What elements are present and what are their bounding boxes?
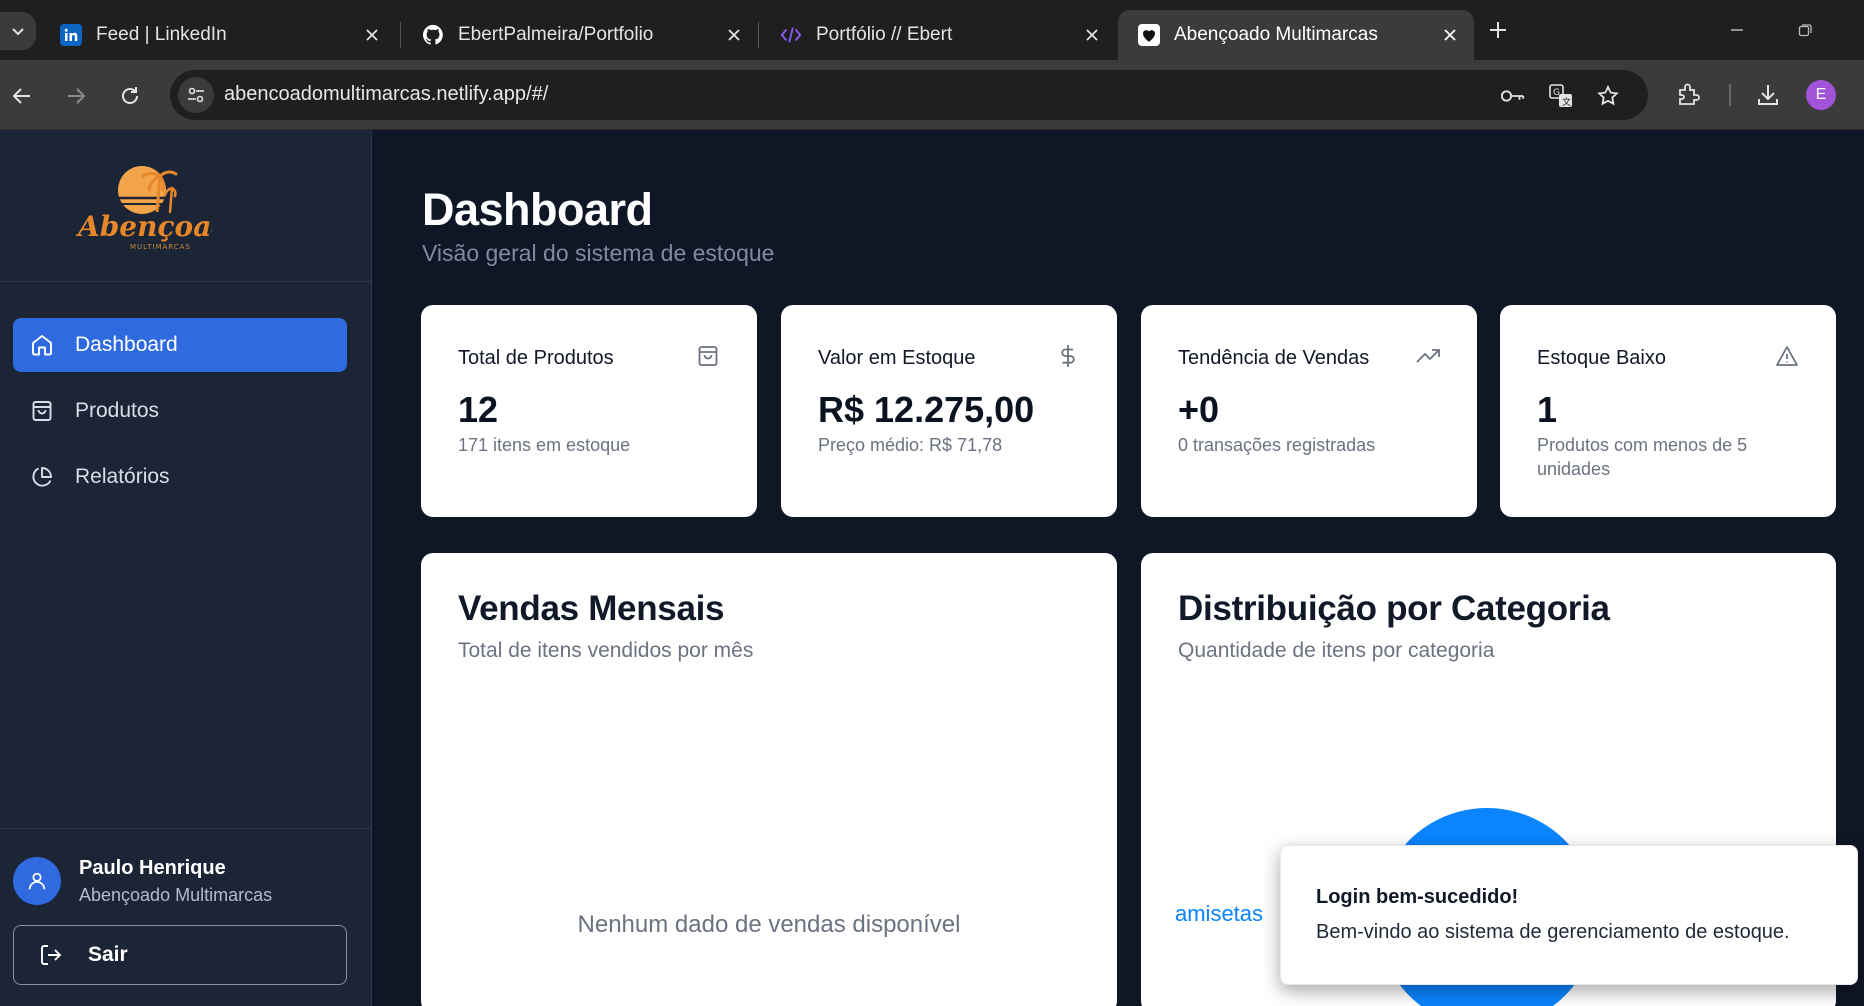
close-icon[interactable] xyxy=(724,25,744,45)
tab-portfolio[interactable]: Portfólio // Ebert xyxy=(760,10,1116,60)
tab-separator xyxy=(758,22,759,48)
stat-label: Estoque Baixo xyxy=(1537,347,1666,369)
stat-value: 1 xyxy=(1537,389,1558,430)
sidebar: Abençoado MULTIMARCAS Dashboard Produtos… xyxy=(0,130,372,1006)
back-button[interactable] xyxy=(4,78,40,114)
abencoado-logo[interactable]: Abençoado MULTIMARCAS xyxy=(76,158,212,254)
forward-button[interactable] xyxy=(58,78,94,114)
home-icon xyxy=(29,332,55,358)
tab-search-button[interactable] xyxy=(0,12,36,50)
password-key-icon[interactable] xyxy=(1500,83,1526,109)
page-title: Dashboard xyxy=(422,184,653,235)
address-bar[interactable]: abencoadomultimarcas.netlify.app/#/ G文 xyxy=(170,70,1648,120)
nav-item-produtos[interactable]: Produtos xyxy=(13,384,347,438)
stat-card-tendencia-vendas: Tendência de Vendas +0 0 transações regi… xyxy=(1141,305,1477,517)
user-panel: Paulo Henrique Abençoado Multimarcas Sai… xyxy=(0,828,371,1006)
arrow-left-icon xyxy=(10,84,34,108)
toast-notification[interactable]: Login bem-sucedido! Bem-vindo ao sistema… xyxy=(1280,845,1858,985)
tab-separator xyxy=(400,22,401,48)
tab-title: Abençoado Multimarcas xyxy=(1174,24,1378,45)
logout-button[interactable]: Sair xyxy=(13,925,347,985)
user-icon xyxy=(26,870,48,892)
toast-title: Login bem-sucedido! xyxy=(1316,886,1519,908)
stat-note: 0 transações registradas xyxy=(1178,435,1376,455)
nav-item-label: Dashboard xyxy=(75,333,178,356)
stat-label: Total de Produtos xyxy=(458,347,614,369)
arrow-right-icon xyxy=(64,84,88,108)
stat-value: +0 xyxy=(1178,389,1220,430)
minimize-icon xyxy=(1729,22,1745,38)
code-icon xyxy=(780,24,802,46)
github-icon xyxy=(422,24,444,46)
chart-subtitle: Total de itens vendidos por mês xyxy=(458,639,754,662)
heart-icon xyxy=(1138,24,1160,46)
nav-item-dashboard[interactable]: Dashboard xyxy=(13,318,347,372)
page-subtitle: Visão geral do sistema de estoque xyxy=(422,240,775,266)
sales-chart-card: Vendas Mensais Total de itens vendidos p… xyxy=(421,553,1117,1006)
browser-toolbar: abencoadomultimarcas.netlify.app/#/ G文 E xyxy=(0,60,1864,130)
restore-button[interactable] xyxy=(1790,16,1820,44)
restore-icon xyxy=(1797,22,1813,38)
pie-label-camisetas: amisetas xyxy=(1175,901,1264,926)
reload-button[interactable] xyxy=(112,78,148,114)
svg-text:G: G xyxy=(1553,88,1560,98)
stat-label: Tendência de Vendas xyxy=(1178,347,1370,369)
reload-icon xyxy=(118,84,142,108)
tune-icon xyxy=(186,85,206,105)
stat-note: 171 itens em estoque xyxy=(458,435,631,455)
shopping-bag-icon xyxy=(695,343,721,369)
site-info-button[interactable] xyxy=(178,77,214,113)
empty-state-message: Nenhum dado de vendas disponível xyxy=(577,911,961,938)
plus-icon xyxy=(1484,16,1512,44)
pie-chart-icon xyxy=(29,464,55,490)
stat-note: Produtos com menos de 5 unidades xyxy=(1537,435,1748,479)
stat-card-valor-estoque: Valor em Estoque R$ 12.275,00 Preço médi… xyxy=(781,305,1117,517)
trending-up-icon xyxy=(1415,343,1441,369)
tab-title: Feed | LinkedIn xyxy=(96,24,227,45)
url-text: abencoadomultimarcas.netlify.app/#/ xyxy=(224,83,549,105)
toolbar-divider xyxy=(1729,84,1731,106)
logo-text: Abençoado xyxy=(76,210,212,243)
close-icon[interactable] xyxy=(362,25,382,45)
svg-text:文: 文 xyxy=(1562,96,1571,108)
chevron-down-icon xyxy=(10,23,26,39)
stat-label: Valor em Estoque xyxy=(818,347,976,369)
user-company: Abençoado Multimarcas xyxy=(79,885,273,905)
browser-tab-bar: Feed | LinkedIn EbertPalmeira/Portfolio … xyxy=(0,0,1864,60)
tab-title: EbertPalmeira/Portfolio xyxy=(458,24,654,45)
stat-card-estoque-baixo: Estoque Baixo 1 Produtos com menos de 5 … xyxy=(1500,305,1836,517)
download-icon[interactable] xyxy=(1751,78,1785,112)
new-tab-button[interactable] xyxy=(1484,16,1512,44)
close-icon[interactable] xyxy=(1440,25,1460,45)
user-name: Paulo Henrique xyxy=(79,857,226,879)
linkedin-icon xyxy=(60,24,82,46)
stat-value: R$ 12.275,00 xyxy=(818,389,1035,430)
nav-item-relatorios[interactable]: Relatórios xyxy=(13,450,347,504)
logo-subtext: MULTIMARCAS xyxy=(130,243,191,251)
dollar-icon xyxy=(1055,343,1081,369)
stat-note: Preço médio: R$ 71,78 xyxy=(818,435,1003,455)
tab-title: Portfólio // Ebert xyxy=(816,24,953,45)
bookmark-star-icon[interactable] xyxy=(1595,83,1621,109)
extensions-icon[interactable] xyxy=(1671,78,1705,112)
alert-triangle-icon xyxy=(1774,343,1800,369)
stat-card-total-produtos: Total de Produtos 12 171 itens em estoqu… xyxy=(421,305,757,517)
avatar[interactable] xyxy=(13,857,61,905)
chart-title: Vendas Mensais xyxy=(458,589,725,628)
shopping-bag-icon xyxy=(29,398,55,424)
nav-item-label: Produtos xyxy=(75,399,160,422)
toast-message: Bem-vindo ao sistema de gerenciamento de… xyxy=(1316,921,1790,943)
logo-area: Abençoado MULTIMARCAS xyxy=(0,130,371,282)
stat-value: 12 xyxy=(458,389,499,430)
profile-avatar-button[interactable]: E xyxy=(1806,80,1836,110)
close-icon[interactable] xyxy=(1082,25,1102,45)
tab-linkedin[interactable]: Feed | LinkedIn xyxy=(40,10,396,60)
minimize-button[interactable] xyxy=(1722,16,1752,44)
logout-label: Sair xyxy=(88,943,128,966)
nav-item-label: Relatórios xyxy=(75,465,170,488)
log-out-icon xyxy=(38,942,64,968)
translate-icon[interactable]: G文 xyxy=(1548,83,1574,109)
tab-abencoado[interactable]: Abençoado Multimarcas xyxy=(1118,10,1474,60)
tab-github[interactable]: EbertPalmeira/Portfolio xyxy=(402,10,758,60)
